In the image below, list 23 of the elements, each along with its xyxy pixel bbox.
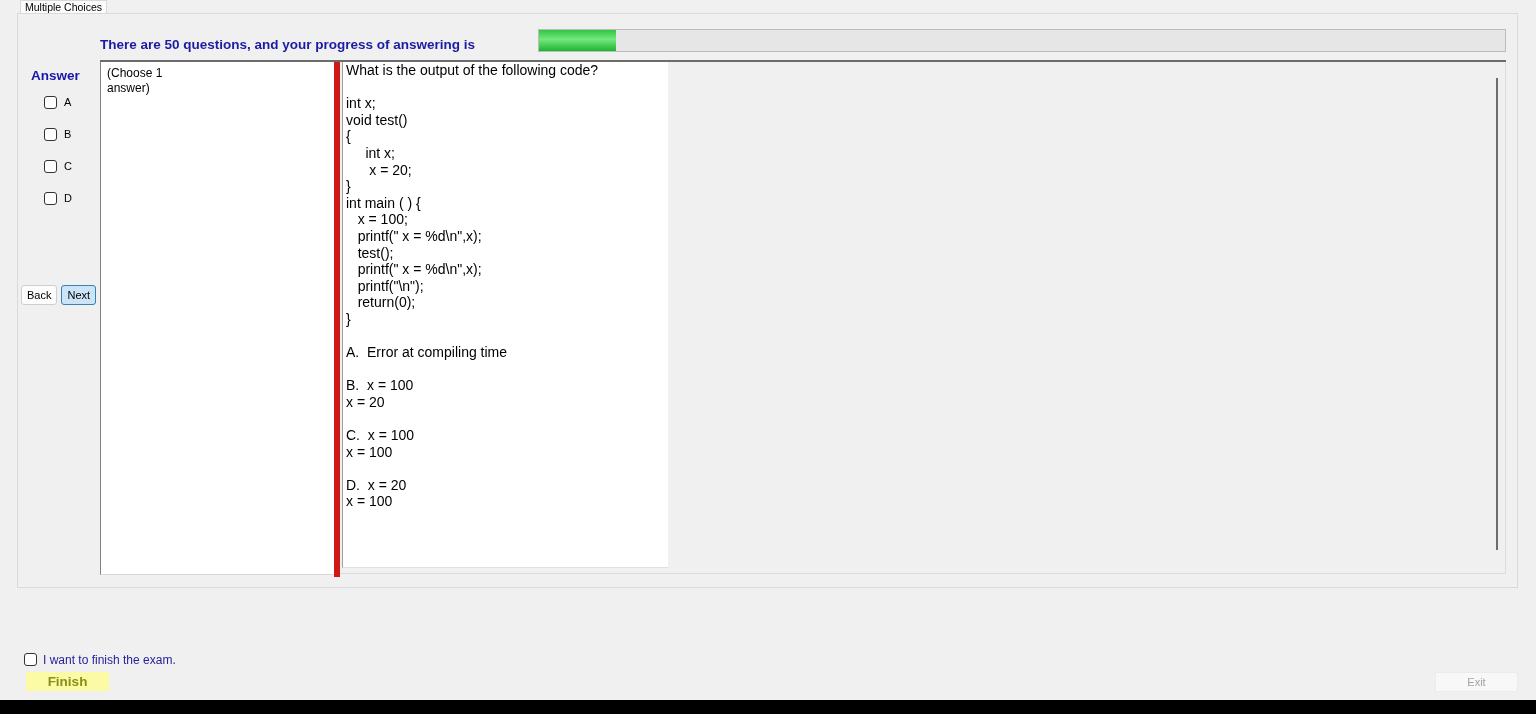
answer-letter: D	[64, 191, 72, 205]
finish-checkbox[interactable]	[24, 653, 37, 666]
choice-text: C. x = 100 x = 100	[346, 427, 416, 461]
progress-caption: There are 50 questions, and your progress of answering is	[100, 36, 477, 52]
answer-checkbox[interactable]	[44, 191, 57, 205]
choice-text: A. Error at compiling time	[346, 344, 509, 361]
finish-confirm-label: I want to finish the exam.	[43, 652, 176, 667]
answer-checkbox[interactable]	[44, 95, 57, 109]
choice-text: D. x = 20 x = 100	[346, 476, 408, 511]
answer-heading: Answer	[30, 68, 81, 84]
answer-checkbox[interactable]	[44, 159, 57, 173]
answer-letter: C	[64, 159, 72, 173]
tab[interactable]: Multiple Choices	[20, 0, 108, 13]
answer-letter: A	[64, 95, 72, 109]
nav-button[interactable]: Back	[21, 285, 58, 305]
question-prompt: What is the output of the following code?	[346, 62, 600, 79]
choice-text: B. x = 100 x = 20	[346, 377, 415, 411]
answer-checkbox[interactable]	[44, 127, 57, 141]
code-listing: int x; void test() { int x; x = 20; } int main ( ) { x = 100; printf(" x = %d\n",x); test(); printf(" x = %d\n",x); printf("\n"); return(0); }	[346, 95, 483, 328]
answer-letter: B	[64, 127, 72, 141]
hint-text: (Choose 1 answer)	[107, 66, 163, 95]
scrollbar[interactable]	[1496, 78, 1498, 550]
nav-button[interactable]: Next	[61, 285, 97, 305]
